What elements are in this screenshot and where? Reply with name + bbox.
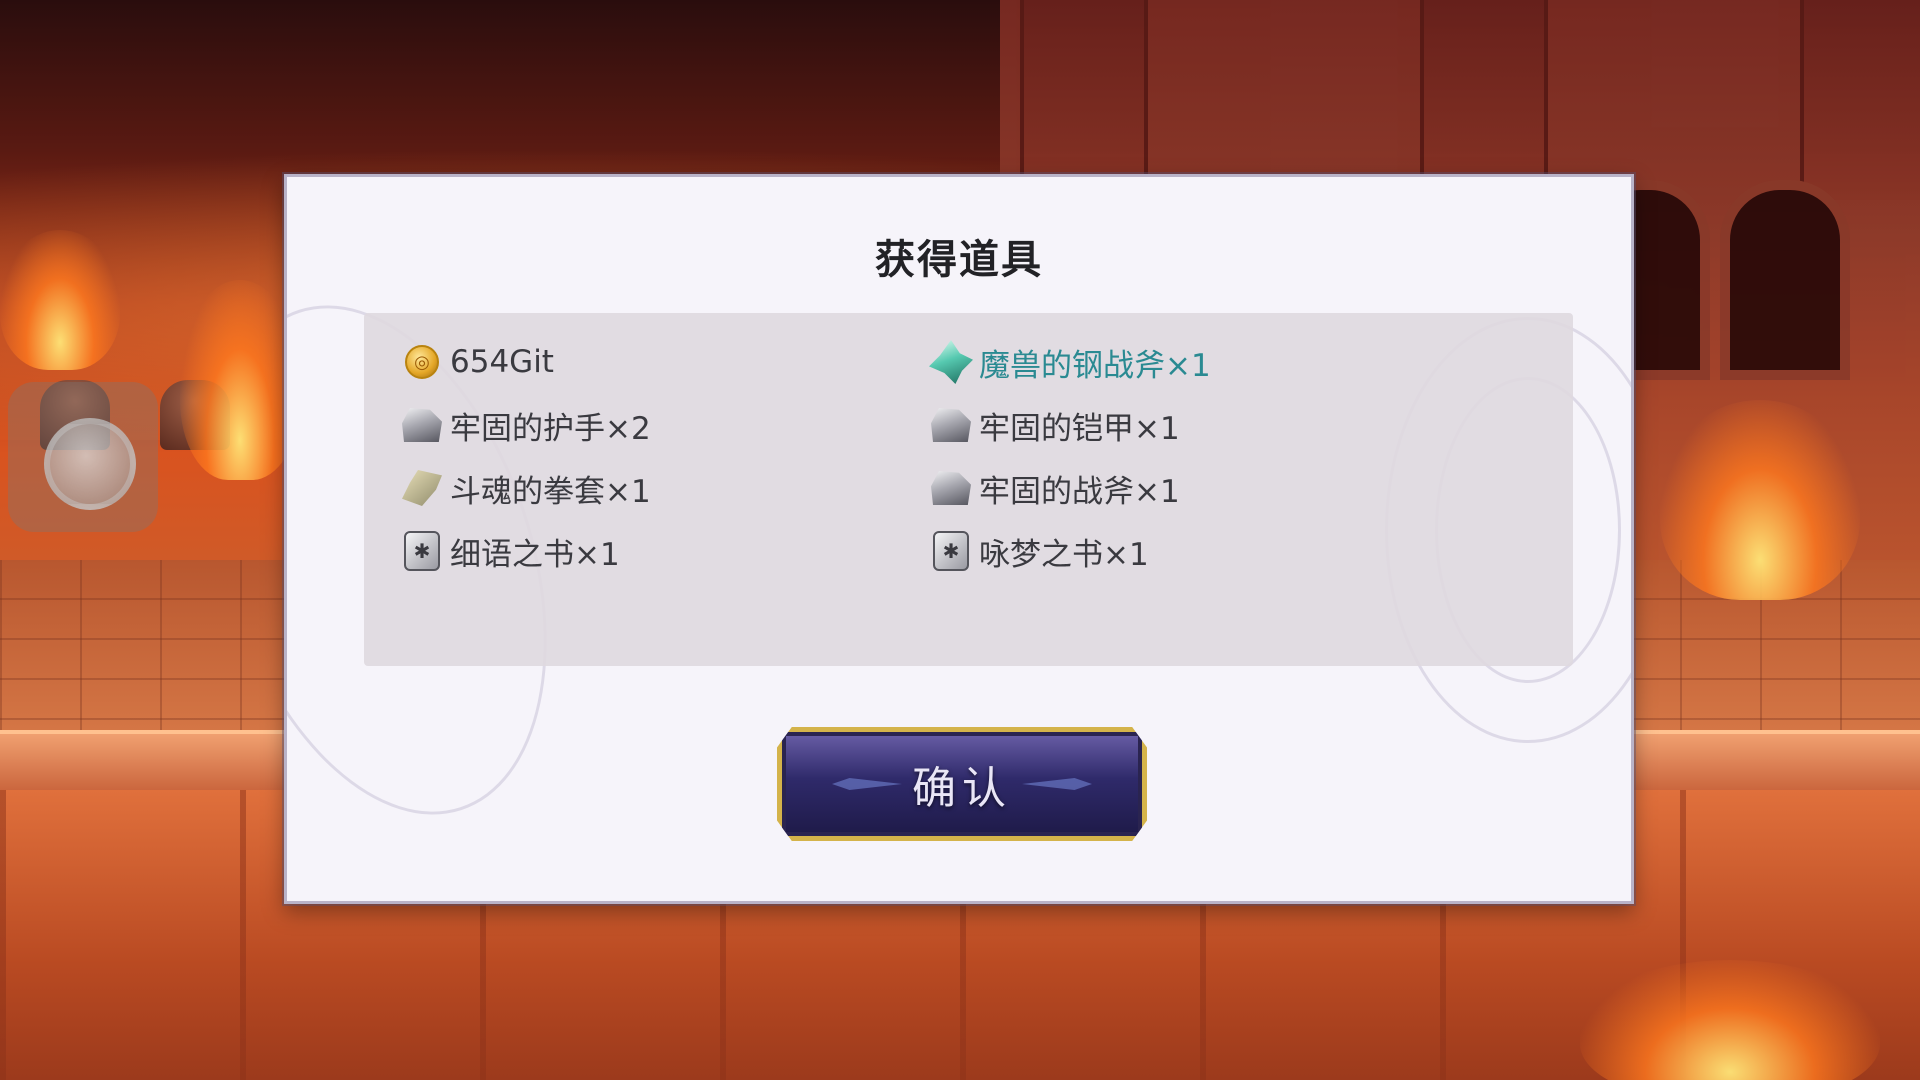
reward-item-whisper-book: ✱ 细语之书×1 xyxy=(400,526,620,576)
confirm-button-label: 确认 xyxy=(912,763,1012,814)
fire-effect xyxy=(180,280,300,480)
reward-item-gauntlets: 牢固的护手×2 xyxy=(400,400,651,450)
game-scene: 获得道具 ◎ 654Git 魔兽的钢战斧×1 牢固的护手×2 牢固的铠甲×1 斗… xyxy=(0,0,1920,1080)
dialog-title: 获得道具 xyxy=(875,237,1043,283)
joystick-knob[interactable] xyxy=(44,418,136,510)
reward-item-fist: 斗魂的拳套×1 xyxy=(400,463,651,513)
reward-label: 细语之书×1 xyxy=(450,536,620,573)
reward-label: 魔兽的钢战斧×1 xyxy=(979,347,1211,384)
fire-effect xyxy=(0,230,120,370)
castle-window xyxy=(1720,180,1850,380)
reward-label: 牢固的护手×2 xyxy=(450,410,651,447)
fire-effect xyxy=(1660,400,1860,600)
castle-pillar xyxy=(1800,0,1920,200)
reward-item-battle-axe: 牢固的战斧×1 xyxy=(929,463,1180,513)
castle-pillar xyxy=(1020,0,1148,200)
ore-icon xyxy=(929,466,973,510)
reward-label: 斗魂的拳套×1 xyxy=(450,473,651,510)
gold-coin-icon: ◎ xyxy=(400,340,444,384)
item-reward-dialog: 获得道具 ◎ 654Git 魔兽的钢战斧×1 牢固的护手×2 牢固的铠甲×1 斗… xyxy=(284,174,1634,904)
reward-item-armor: 牢固的铠甲×1 xyxy=(929,400,1180,450)
ore-icon xyxy=(929,403,973,447)
book-icon: ✱ xyxy=(400,529,444,573)
reward-label: 654Git xyxy=(450,344,554,380)
reward-item-steel-axe: 魔兽的钢战斧×1 xyxy=(929,337,1211,387)
reward-list: ◎ 654Git 魔兽的钢战斧×1 牢固的护手×2 牢固的铠甲×1 斗魂的拳套×… xyxy=(364,313,1573,666)
button-decoration xyxy=(1022,778,1092,790)
virtual-joystick[interactable] xyxy=(8,382,158,532)
reward-label: 咏梦之书×1 xyxy=(979,536,1149,573)
gauntlet-icon xyxy=(400,466,444,510)
crystal-icon xyxy=(929,340,973,384)
button-decoration xyxy=(832,778,902,790)
ore-icon xyxy=(400,403,444,447)
reward-item-gold: ◎ 654Git xyxy=(400,337,554,387)
reward-label: 牢固的铠甲×1 xyxy=(979,410,1180,447)
reward-item-dream-book: ✱ 咏梦之书×1 xyxy=(929,526,1149,576)
book-icon: ✱ xyxy=(929,529,973,573)
confirm-button[interactable]: 确认 xyxy=(777,727,1147,841)
reward-label: 牢固的战斧×1 xyxy=(979,473,1180,510)
castle-pillar xyxy=(1420,0,1548,200)
